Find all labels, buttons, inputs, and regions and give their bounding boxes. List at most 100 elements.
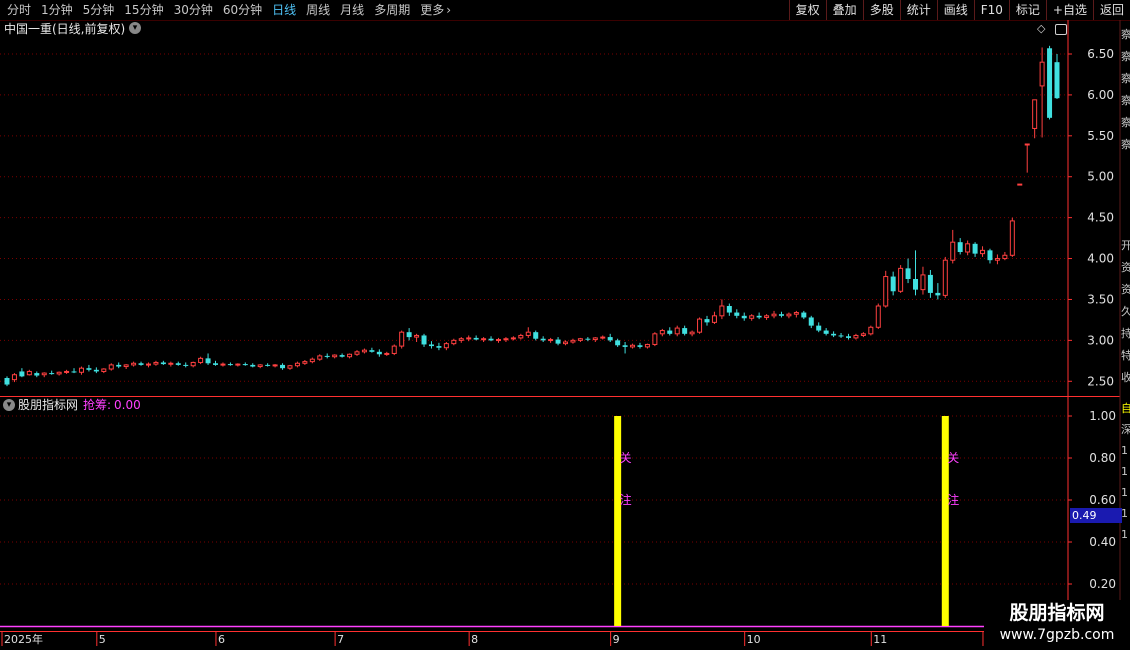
candle-body-141 — [1054, 62, 1060, 99]
candle-body-102 — [764, 315, 770, 318]
candle-body-29 — [220, 363, 226, 366]
indicator-param-label: 抢筹: — [83, 398, 112, 412]
candle-body-96 — [719, 305, 725, 317]
candle-body-87 — [652, 333, 658, 345]
candle-body-51 — [384, 352, 390, 355]
chevron-down-icon[interactable]: ▾ — [129, 22, 141, 34]
candle-body-98 — [734, 312, 740, 316]
y-tick-label-main-2: 5.50 — [1087, 129, 1114, 143]
candle-body-30 — [227, 364, 233, 366]
candle-body-80 — [600, 336, 606, 339]
candle-body-67 — [503, 338, 509, 341]
candle-body-18 — [138, 363, 144, 365]
signal-annotation-1-0: 关 — [947, 451, 959, 465]
candle-body-13 — [101, 368, 107, 372]
signal-bar-0 — [614, 416, 622, 626]
candle-body-66 — [495, 339, 501, 342]
candle-body-28 — [213, 363, 219, 365]
candle-body-19 — [145, 363, 151, 366]
side-panel-bottom: 自 深 1 1 1 1 1 — [1121, 402, 1130, 541]
candle-body-45 — [339, 355, 345, 357]
candle-body-6 — [49, 373, 55, 375]
candle-body-81 — [607, 337, 613, 341]
candle-body-16 — [123, 364, 129, 368]
candle-body-47 — [354, 351, 360, 355]
candle-body-75 — [563, 341, 569, 345]
signal-annotation-0-0: 关 — [620, 451, 632, 465]
candle-body-139 — [1039, 61, 1045, 87]
candle-body-62 — [466, 337, 472, 340]
candle-body-35 — [265, 364, 271, 366]
candle-body-20 — [153, 361, 159, 365]
candle-body-65 — [488, 338, 494, 341]
candle-body-38 — [287, 365, 293, 369]
candle-body-107 — [801, 312, 807, 318]
candle-body-89 — [667, 330, 673, 334]
candle-body-41 — [309, 358, 315, 363]
y-tick-label-ind-2: 0.60 — [1089, 493, 1116, 507]
x-tick-label-4: 8 — [471, 633, 478, 646]
candle-body-114 — [853, 334, 859, 339]
candle-body-73 — [548, 339, 554, 342]
indicator-name: 股朋指标网 — [18, 398, 79, 412]
candle-body-39 — [294, 362, 300, 367]
candle-body-44 — [332, 354, 338, 358]
candle-body-101 — [756, 315, 762, 318]
candle-body-131 — [980, 249, 986, 255]
candle-body-63 — [473, 337, 479, 340]
candle-body-113 — [845, 336, 851, 338]
y-tick-label-main-7: 3.00 — [1087, 333, 1114, 347]
candle-body-54 — [406, 332, 412, 338]
candle-body-125 — [935, 292, 941, 296]
y-tick-label-main-5: 4.00 — [1087, 252, 1114, 266]
candle-body-117 — [875, 305, 881, 328]
chevron-down-icon[interactable]: ▾ — [3, 399, 15, 411]
candle-body-94 — [704, 319, 710, 323]
candle-body-26 — [198, 357, 204, 363]
candle-body-105 — [786, 313, 792, 317]
candle-body-34 — [257, 364, 263, 368]
candle-body-108 — [808, 317, 814, 326]
candle-body-24 — [183, 364, 189, 366]
candle-body-56 — [421, 335, 427, 345]
candle-body-55 — [414, 334, 420, 338]
candle-body-85 — [637, 345, 643, 347]
chart-labels: 6.50 6.00 5.50 5.00 4.50 4.00 3.50 3.00 2.50 1.00… — [4, 47, 1116, 646]
candle-body-120 — [898, 267, 904, 292]
axes — [0, 20, 1121, 650]
x-tick-label-0: 2025年 — [4, 632, 43, 646]
y-tick-label-ind-4: 0.20 — [1089, 577, 1116, 591]
watermark: 股朋指标网 www.7gpzb.com — [984, 600, 1130, 650]
candle-body-21 — [160, 362, 166, 365]
candle-body-15 — [116, 364, 122, 367]
candle-body-76 — [570, 339, 576, 343]
candle-body-48 — [361, 349, 367, 353]
candle-body-53 — [399, 331, 405, 347]
chart-canvas[interactable]: 6.50 6.00 5.50 5.00 4.50 4.00 3.50 3.00 2.50 1.00… — [0, 0, 1130, 650]
candle-body-58 — [436, 346, 442, 348]
candle-body-91 — [682, 328, 688, 334]
candle-body-121 — [905, 268, 911, 279]
candle-body-52 — [391, 345, 397, 354]
x-tick-label-7: 11 — [873, 633, 887, 646]
candle-body-136 — [1017, 183, 1023, 186]
candle-body-9 — [71, 371, 77, 373]
candle-body-83 — [622, 345, 628, 347]
candlestick-series — [4, 45, 1060, 387]
candle-body-109 — [816, 325, 822, 331]
candle-body-33 — [250, 364, 256, 367]
candle-body-126 — [942, 259, 948, 296]
window-toggle-icon[interactable] — [1055, 24, 1067, 35]
candle-body-88 — [659, 330, 665, 335]
candle-body-42 — [317, 355, 323, 360]
candle-body-116 — [868, 326, 874, 335]
diamond-icon[interactable]: ◇ — [1037, 22, 1045, 36]
y-tick-label-ind-3: 0.40 — [1089, 535, 1116, 549]
candle-body-115 — [860, 333, 866, 336]
x-tick-label-5: 9 — [613, 633, 620, 646]
candle-body-99 — [741, 315, 747, 319]
indicator-param-value: 0.00 — [114, 398, 141, 412]
candle-body-130 — [972, 243, 978, 254]
candle-body-25 — [190, 361, 196, 367]
candle-body-71 — [533, 332, 539, 339]
